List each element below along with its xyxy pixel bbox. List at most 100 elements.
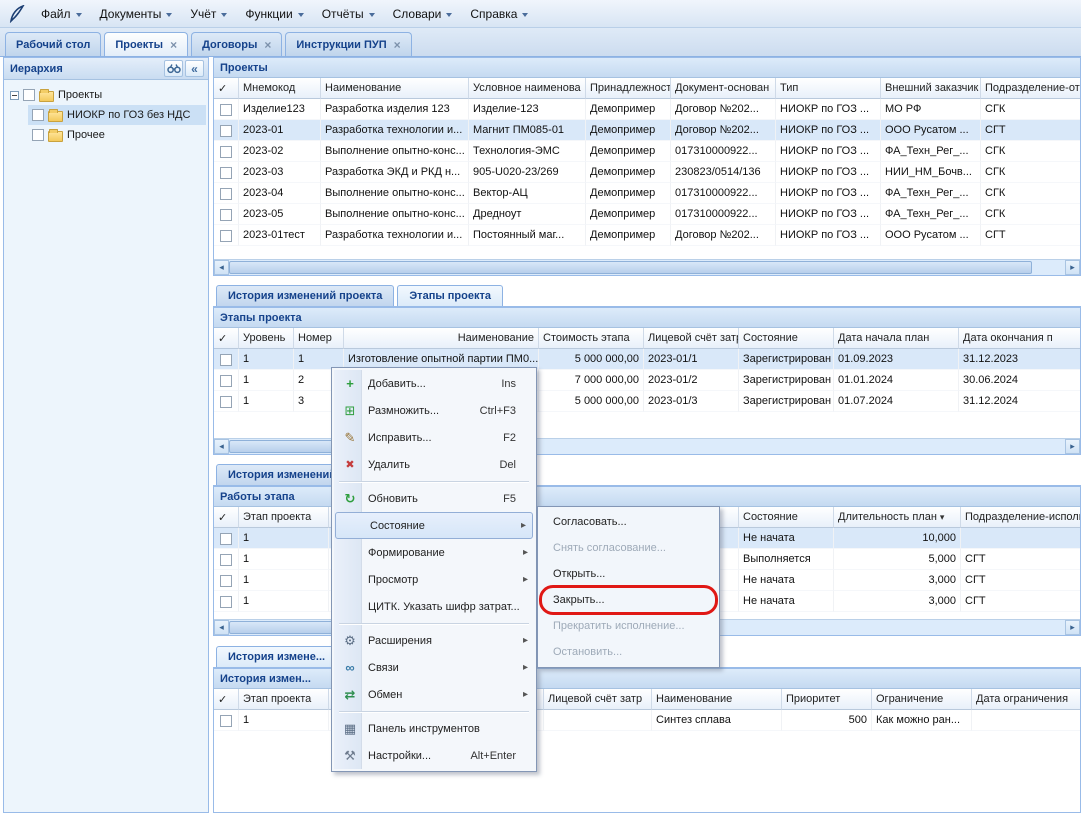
row-checkbox[interactable] [220, 396, 232, 408]
context-menu-item[interactable]: ▸ [337, 709, 531, 714]
tree-node[interactable]: НИОКР по ГОЗ без НДС [28, 105, 206, 125]
row-checkbox[interactable] [220, 715, 232, 727]
search-icon[interactable] [164, 60, 183, 77]
column-header[interactable]: Уровень▾ [239, 328, 294, 349]
column-header[interactable]: Этап проекта▾ [239, 689, 329, 710]
column-header[interactable]: Тип▾ [776, 78, 881, 99]
scrollbar-track[interactable] [229, 260, 1065, 275]
sub-tab[interactable]: Этапы проекта [397, 285, 503, 306]
column-header[interactable]: Мнемокод▾ [239, 78, 321, 99]
column-header[interactable]: Наименование▾ [321, 78, 469, 99]
column-header[interactable]: Внешний заказчик▾ [881, 78, 981, 99]
column-header[interactable]: Приоритет▾ [782, 689, 872, 710]
column-header[interactable]: Подразделение-исполн▾ [961, 507, 1080, 528]
menubar-item[interactable]: Файл [32, 3, 91, 25]
select-all-header[interactable]: ✓ [214, 689, 239, 710]
column-header[interactable]: Дата ограничения▾ [972, 689, 1080, 710]
sub-tab[interactable]: История изменений проекта [216, 285, 394, 306]
column-header[interactable]: Стоимость этапа▾ [539, 328, 644, 349]
menubar-item[interactable]: Словари [384, 3, 462, 25]
column-header[interactable]: Состояние▾ [739, 328, 834, 349]
column-header[interactable]: Длительность план▾ [834, 507, 961, 528]
context-menu-item[interactable]: ✎ Исправить... F2 ▸ [334, 424, 534, 451]
context-menu-item[interactable]: Просмотр ▸ [334, 566, 534, 593]
context-menu-item[interactable]: ⊞ Размножить... Ctrl+F3 ▸ [334, 397, 534, 424]
context-menu-item[interactable]: ✖ Удалить Del ▸ [334, 451, 534, 478]
row-checkbox[interactable] [220, 209, 232, 221]
column-header[interactable]: Состояние▾ [739, 507, 834, 528]
row-checkbox[interactable] [220, 146, 232, 158]
column-header[interactable]: Дата окончания п▾ [959, 328, 1080, 349]
tab-close-icon[interactable]: × [394, 40, 401, 50]
collapse-panel-icon[interactable]: « [185, 60, 204, 77]
select-all-header[interactable]: ✓ [214, 507, 239, 528]
table-row[interactable]: 2023-04 Выполнение опытно-конс... Вектор… [214, 183, 1080, 204]
tree-checkbox[interactable] [32, 109, 44, 121]
table-row[interactable]: 2023-01 Разработка технологии и... Магни… [214, 120, 1080, 141]
context-menu-item[interactable]: ▦ Панель инструментов ▸ [334, 715, 534, 742]
row-checkbox[interactable] [220, 167, 232, 179]
column-header[interactable]: Этап проекта▾ [239, 507, 329, 528]
main-tab[interactable]: Инструкции ПУП × [285, 32, 411, 56]
table-row[interactable]: 2023-02 Выполнение опытно-конс... Технол… [214, 141, 1080, 162]
sub-tab[interactable]: История измене... [216, 646, 337, 667]
context-menu-item[interactable]: Состояние ▸ [335, 512, 533, 539]
scroll-right-icon[interactable]: ▸ [1065, 620, 1080, 635]
context-menu-item[interactable]: ▸ [337, 479, 531, 484]
submenu-item[interactable]: Закрыть... [540, 587, 717, 613]
context-menu-item[interactable]: ЦИТК. Указать шифр затрат... ▸ [334, 593, 534, 620]
column-header[interactable]: Ограничение▾ [872, 689, 972, 710]
context-menu-item[interactable]: ↻ Обновить F5 ▸ [334, 485, 534, 512]
main-tab[interactable]: Проекты × [104, 32, 188, 56]
table-row[interactable]: 2023-05 Выполнение опытно-конс... Дредно… [214, 204, 1080, 225]
column-header[interactable]: Лицевой счёт затрат▾ [644, 328, 739, 349]
row-checkbox[interactable] [220, 533, 232, 545]
column-header[interactable]: Номер▾ [294, 328, 344, 349]
row-checkbox[interactable] [220, 104, 232, 116]
context-menu-item[interactable]: ⚒ Настройки... Alt+Enter ▸ [334, 742, 534, 769]
row-checkbox[interactable] [220, 596, 232, 608]
scroll-right-icon[interactable]: ▸ [1065, 439, 1080, 454]
horizontal-scrollbar[interactable]: ◂ ▸ [214, 259, 1080, 275]
row-checkbox[interactable] [220, 554, 232, 566]
table-row[interactable]: Изделие123 Разработка изделия 123 Издели… [214, 99, 1080, 120]
column-header[interactable]: Условное наименова▾ [469, 78, 586, 99]
row-checkbox[interactable] [220, 188, 232, 200]
column-header[interactable]: Лицевой счёт затр▾ [544, 689, 652, 710]
column-header[interactable]: Наименование▾ [652, 689, 782, 710]
scroll-left-icon[interactable]: ◂ [214, 620, 229, 635]
main-tab[interactable]: Договоры × [191, 32, 282, 56]
select-all-header[interactable]: ✓ [214, 78, 239, 99]
context-menu-item[interactable]: Формирование ▸ [334, 539, 534, 566]
menubar-item[interactable]: Документы [91, 3, 182, 25]
tab-close-icon[interactable]: × [170, 40, 177, 50]
scrollbar-thumb[interactable] [229, 261, 1032, 274]
table-row[interactable]: 2023-03 Разработка ЭКД и РКД н... 905-U0… [214, 162, 1080, 183]
context-menu-item[interactable]: ⇄ Обмен ▸ [334, 681, 534, 708]
tab-close-icon[interactable]: × [264, 40, 271, 50]
column-header[interactable]: Наименование▾ [344, 328, 539, 349]
column-header[interactable]: Дата начала план▾ [834, 328, 959, 349]
column-header[interactable]: Документ-основан▾ [671, 78, 776, 99]
table-row[interactable]: 2023-01тест Разработка технологии и... П… [214, 225, 1080, 246]
tree-checkbox[interactable] [32, 129, 44, 141]
context-menu-item[interactable]: ⚙ Расширения ▸ [334, 627, 534, 654]
scroll-left-icon[interactable]: ◂ [214, 439, 229, 454]
tree-checkbox[interactable] [23, 89, 35, 101]
row-checkbox[interactable] [220, 354, 232, 366]
menubar-item[interactable]: Справка [461, 3, 537, 25]
row-checkbox[interactable] [220, 575, 232, 587]
row-checkbox[interactable] [220, 375, 232, 387]
context-menu-item[interactable]: ∞ Связи ▸ [334, 654, 534, 681]
context-menu-item[interactable]: + Добавить... Ins ▸ [334, 370, 534, 397]
select-all-header[interactable]: ✓ [214, 328, 239, 349]
submenu-item[interactable]: Открыть... [540, 561, 717, 587]
main-tab[interactable]: Рабочий стол × [5, 32, 101, 56]
context-menu-item[interactable]: ▸ [337, 621, 531, 626]
row-checkbox[interactable] [220, 125, 232, 137]
tree-node[interactable]: Проекты [6, 85, 206, 105]
submenu-item[interactable]: Согласовать... [540, 509, 717, 535]
tree-node[interactable]: Прочее [28, 125, 206, 145]
scroll-right-icon[interactable]: ▸ [1065, 260, 1080, 275]
row-checkbox[interactable] [220, 230, 232, 242]
